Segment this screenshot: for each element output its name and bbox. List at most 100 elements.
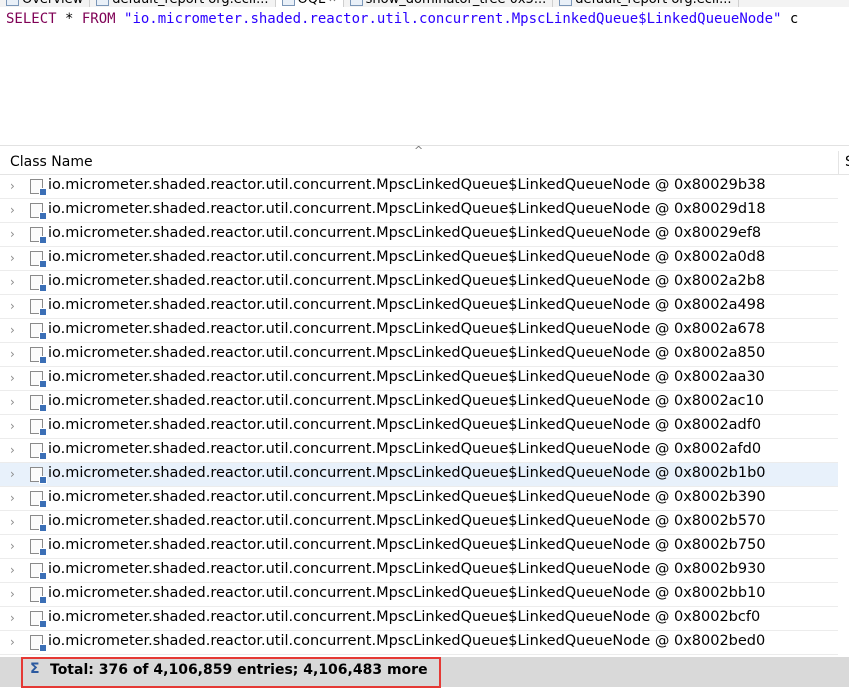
object-instance-icon [30, 443, 47, 460]
object-instance-icon [30, 371, 47, 388]
expand-chevron-icon[interactable]: › [10, 251, 15, 265]
expand-chevron-icon[interactable]: › [10, 419, 15, 433]
object-instance-icon [30, 635, 47, 652]
row-label: io.micrometer.shaded.reactor.util.concur… [48, 441, 762, 457]
table-row[interactable]: › io.micrometer.shaded.reactor.util.concu… [0, 559, 838, 583]
query-star: * [56, 11, 82, 27]
table-row[interactable]: › io.micrometer.shaded.reactor.util.concu… [0, 487, 838, 511]
tab-label: default_report org.ecli... [112, 0, 268, 7]
object-instance-icon [30, 467, 47, 484]
object-instance-icon [30, 323, 47, 340]
tab-4[interactable]: default_report org.ecli... [553, 0, 739, 7]
tab-2[interactable]: OQL✕ [275, 0, 344, 7]
expand-chevron-icon[interactable]: › [10, 443, 15, 457]
expand-chevron-icon[interactable]: › [10, 491, 15, 505]
expand-chevron-icon[interactable]: › [10, 515, 15, 529]
total-highlight-box [21, 657, 441, 688]
object-instance-icon [30, 491, 47, 508]
tab-1[interactable]: default_report org.ecli... [90, 0, 276, 7]
object-instance-icon [30, 611, 47, 628]
column-header-class-name[interactable]: Class Name [0, 151, 839, 175]
expand-chevron-icon[interactable]: › [10, 323, 15, 337]
object-instance-icon [30, 539, 47, 556]
expand-chevron-icon[interactable]: › [10, 371, 15, 385]
oql-icon [281, 0, 295, 6]
row-label: io.micrometer.shaded.reactor.util.concur… [48, 369, 765, 385]
row-label: io.micrometer.shaded.reactor.util.concur… [48, 489, 766, 505]
tab-label: Overview [22, 0, 83, 7]
row-label: io.micrometer.shaded.reactor.util.concur… [48, 273, 766, 289]
object-instance-icon [30, 419, 47, 436]
expand-chevron-icon[interactable]: › [10, 635, 15, 649]
expand-chevron-icon[interactable]: › [10, 587, 15, 601]
tab-0[interactable]: Overview [0, 0, 91, 7]
tab-label: OQL [298, 0, 326, 7]
object-instance-icon [30, 251, 47, 268]
table-row[interactable]: › io.micrometer.shaded.reactor.util.concu… [0, 511, 838, 535]
object-instance-icon [30, 563, 47, 580]
tab-3[interactable]: show_dominator_tree 0x5... [344, 0, 554, 7]
expand-chevron-icon[interactable]: › [10, 467, 15, 481]
results-table[interactable]: ^ Class Name S ›io.micrometer.shaded.rea… [0, 144, 849, 695]
table-row[interactable]: › io.micrometer.shaded.reactor.util.concu… [0, 343, 838, 367]
table-row[interactable]: › io.micrometer.shaded.reactor.util.concu… [0, 439, 838, 463]
row-label: io.micrometer.shaded.reactor.util.concur… [48, 249, 766, 265]
object-instance-icon [30, 395, 47, 412]
close-icon[interactable]: ✕ [328, 0, 336, 5]
oql-query-editor[interactable]: SELECT * FROM "io.micrometer.shaded.reac… [0, 7, 849, 145]
table-row[interactable]: › io.micrometer.shaded.reactor.util.concu… [0, 199, 838, 223]
expand-chevron-icon[interactable]: › [10, 539, 15, 553]
table-row[interactable]: › io.micrometer.shaded.reactor.util.concu… [0, 223, 838, 247]
table-row[interactable]: › io.micrometer.shaded.reactor.util.concu… [0, 583, 838, 607]
object-instance-icon [30, 227, 47, 244]
total-row[interactable]: Σ Total: 376 of 4,106,859 entries; 4,106… [0, 657, 849, 688]
tab-label: default_report org.ecli... [575, 0, 731, 7]
expand-chevron-icon[interactable]: › [10, 227, 15, 241]
table-row[interactable]: › io.micrometer.shaded.reactor.util.concu… [0, 247, 838, 271]
table-row[interactable]: › io.micrometer.shaded.reactor.util.concu… [0, 367, 838, 391]
row-label: io.micrometer.shaded.reactor.util.concur… [48, 321, 766, 337]
row-label: io.micrometer.shaded.reactor.util.concur… [48, 225, 762, 241]
expand-chevron-icon[interactable]: › [10, 611, 15, 625]
table-row[interactable]: › io.micrometer.shaded.reactor.util.concu… [0, 631, 838, 655]
expand-chevron-icon[interactable]: › [10, 347, 15, 361]
expand-chevron-icon[interactable]: › [10, 563, 15, 577]
table-row[interactable]: › io.micrometer.shaded.reactor.util.concu… [0, 175, 838, 199]
table-row[interactable]: › io.micrometer.shaded.reactor.util.concu… [0, 391, 838, 415]
report-icon [96, 0, 110, 6]
query-text[interactable]: SELECT * FROM "io.micrometer.shaded.reac… [6, 11, 798, 27]
row-label: io.micrometer.shaded.reactor.util.concur… [48, 561, 766, 577]
table-rows: › io.micrometer.shaded.reactor.util.concu… [0, 175, 849, 679]
table-row[interactable]: › io.micrometer.shaded.reactor.util.concu… [0, 535, 838, 559]
tree-icon [349, 0, 363, 6]
table-row[interactable]: › io.micrometer.shaded.reactor.util.concu… [0, 271, 838, 295]
expand-chevron-icon[interactable]: › [10, 275, 15, 289]
tab-label: show_dominator_tree 0x5... [366, 0, 547, 7]
table-row[interactable]: › io.micrometer.shaded.reactor.util.concu… [0, 319, 838, 343]
expand-chevron-icon[interactable]: › [10, 203, 15, 217]
row-label: io.micrometer.shaded.reactor.util.concur… [48, 537, 766, 553]
report-icon [559, 0, 573, 6]
row-label: io.micrometer.shaded.reactor.util.concur… [48, 465, 766, 481]
table-row[interactable]: › io.micrometer.shaded.reactor.util.concu… [0, 607, 838, 631]
column-header-second-label: S [845, 154, 849, 170]
row-label: io.micrometer.shaded.reactor.util.concur… [48, 393, 764, 409]
row-label: io.micrometer.shaded.reactor.util.concur… [48, 417, 762, 433]
expand-chevron-icon[interactable]: › [10, 299, 15, 313]
table-row[interactable]: › io.micrometer.shaded.reactor.util.concu… [0, 295, 838, 319]
row-label: io.micrometer.shaded.reactor.util.concur… [48, 609, 761, 625]
info-icon [6, 0, 19, 6]
select-keyword: SELECT [6, 11, 57, 27]
object-instance-icon [30, 587, 47, 604]
row-label: io.micrometer.shaded.reactor.util.concur… [48, 177, 766, 193]
object-instance-icon [30, 179, 47, 196]
row-label: io.micrometer.shaded.reactor.util.concur… [48, 633, 766, 649]
table-row[interactable]: › io.micrometer.shaded.reactor.util.concu… [0, 415, 838, 439]
expand-chevron-icon[interactable]: › [10, 395, 15, 409]
from-keyword: FROM [81, 11, 116, 27]
row-label: io.micrometer.shaded.reactor.util.concur… [48, 513, 766, 529]
expand-chevron-icon[interactable]: › [10, 179, 15, 193]
object-instance-icon [30, 203, 47, 220]
table-row[interactable]: › io.micrometer.shaded.reactor.util.concu… [0, 463, 838, 487]
column-header-second[interactable]: S [839, 151, 849, 175]
